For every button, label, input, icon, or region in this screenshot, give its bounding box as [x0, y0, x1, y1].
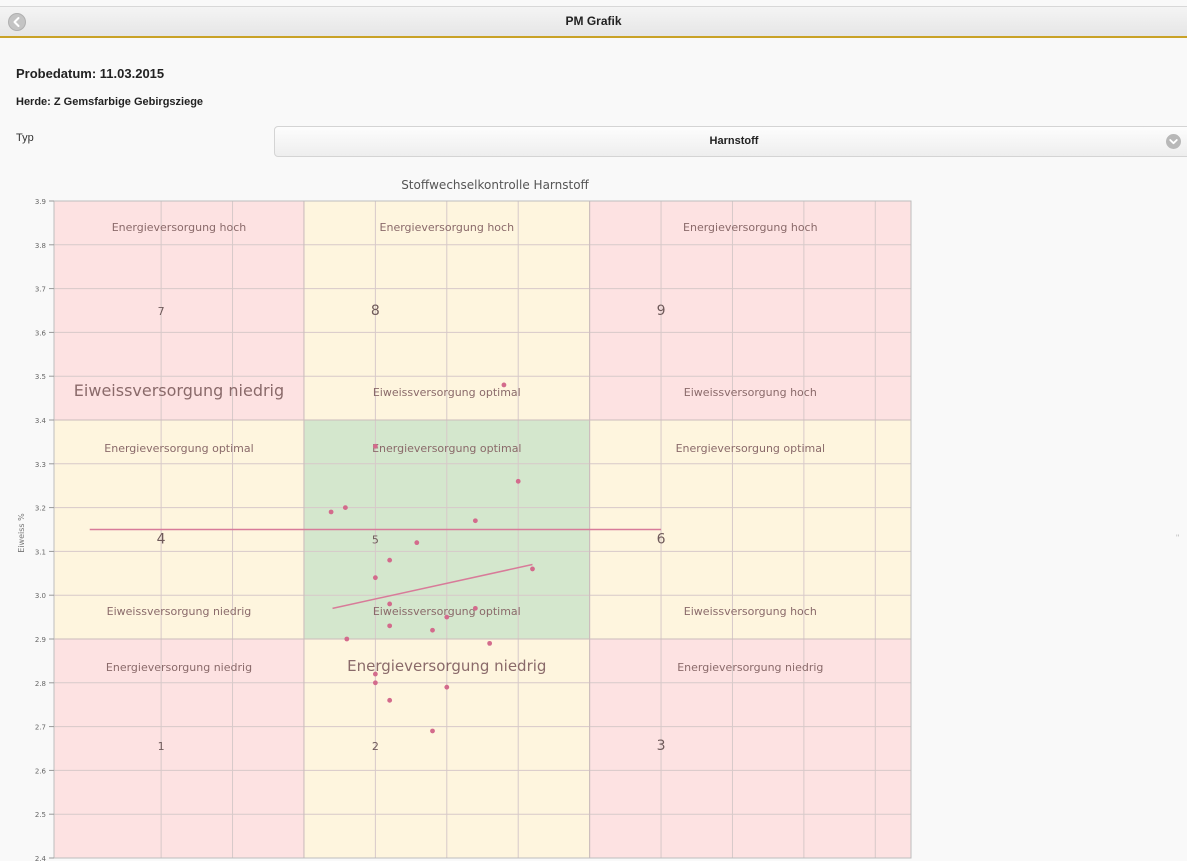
y-tick-label: 2.5 — [35, 811, 46, 819]
data-point — [414, 540, 420, 546]
zone-4-bottom-label: Eiweissversorgung niedrig — [107, 605, 252, 618]
zone-6-number: 6 — [657, 532, 666, 548]
data-point — [430, 627, 435, 633]
y-tick-label: 2.6 — [35, 767, 47, 775]
probedatum-text: Probedatum: 11.03.2015 — [16, 66, 165, 81]
zone-3-top-label: Energieversorgung niedrig — [677, 661, 823, 674]
y-tick-label: 3.2 — [35, 505, 46, 513]
data-point — [387, 623, 393, 629]
y-tick-label: 3.5 — [35, 373, 46, 381]
axis-layer: 2.4 2.5 2.6 2.7 2.8 2.9 3.0 3.1 3.2 3.3 3.4 3.5 3.6 3… — [35, 198, 54, 861]
data-point — [387, 557, 393, 563]
zone-6-bottom-label: Eiweissversorgung hoch — [684, 605, 817, 618]
y-tick-label: 2.7 — [35, 724, 46, 732]
zone-1-number: 1 — [158, 740, 165, 753]
data-point — [530, 566, 535, 572]
zone-8-bottom-label: Eiweissversorgung optimal — [373, 386, 521, 399]
herde-text: Herde: Z Gemsfarbige Gebirgsziege — [16, 96, 204, 108]
data-point — [515, 478, 521, 484]
y-tick-label: 3.0 — [35, 592, 46, 600]
data-point — [328, 509, 334, 515]
y-tick-label: 3.1 — [35, 548, 46, 556]
y-tick-label: 2.4 — [35, 855, 47, 861]
y-tick-label: 3.3 — [35, 461, 46, 469]
data-point — [501, 382, 507, 388]
zone-8-top-label: Energieversorgung hoch — [380, 221, 515, 234]
y-tick-label: 2.8 — [35, 680, 46, 688]
data-point — [444, 614, 450, 620]
data-point — [472, 605, 478, 611]
data-point — [444, 684, 450, 690]
y-tick-label: 3.8 — [35, 242, 46, 250]
typ-select[interactable]: Harnstoff — [274, 126, 1187, 157]
zone-1-top-label: Energieversorgung niedrig — [106, 661, 252, 674]
data-point — [342, 505, 348, 510]
zone-5-top-label: Energieversorgung optimal — [372, 442, 521, 455]
data-point — [344, 636, 350, 642]
zone-4-top-label: Energieversorgung optimal — [104, 442, 253, 455]
zone-9-number: 9 — [657, 303, 666, 319]
chevron-down-icon — [1166, 134, 1181, 149]
zone-7-bottom-label: Eiweissversorgung niedrig — [74, 381, 284, 400]
data-point — [387, 601, 393, 607]
chart-title: Stoffwechselkontrolle Harnstoff — [401, 178, 589, 192]
zone-4-number: 4 — [157, 532, 166, 548]
zone-9-bottom-label: Eiweissversorgung hoch — [684, 386, 817, 399]
data-point — [472, 518, 478, 524]
data-point — [430, 728, 435, 734]
data-point — [372, 680, 378, 686]
y-axis-label: Eiweiss % — [17, 513, 26, 553]
zone-5-number: 5 — [372, 534, 379, 547]
zone-8-number: 8 — [371, 303, 380, 319]
y-tick-label: 3.7 — [35, 286, 46, 294]
y-tick-label: 3.9 — [35, 198, 46, 206]
page-title: PM Grafik — [565, 14, 622, 28]
data-point — [372, 671, 378, 677]
data-point — [372, 575, 378, 581]
chart: Energieversorgung hoch 7 Eiweissversorgung… — [17, 178, 912, 861]
zone-2-top-label: Energieversorgung niedrig — [347, 657, 546, 675]
y-tick-label: 3.6 — [35, 329, 47, 337]
typ-label: Typ — [16, 132, 34, 144]
zone-3-number: 3 — [657, 738, 666, 754]
data-point — [372, 443, 378, 449]
header-bar: PM Grafik — [0, 6, 1187, 38]
zone-7-top-label: Energieversorgung hoch — [112, 221, 247, 234]
data-point — [487, 640, 493, 646]
zone-7-number: 7 — [158, 305, 165, 318]
edge-mark: " — [1176, 533, 1180, 543]
zone-9-top-label: Energieversorgung hoch — [683, 221, 818, 234]
data-point — [387, 697, 393, 703]
zone-6-top-label: Energieversorgung optimal — [676, 442, 825, 455]
zone-2-number: 2 — [372, 740, 379, 753]
y-tick-label: 2.9 — [35, 636, 46, 644]
typ-select-value: Harnstoff — [709, 135, 759, 147]
y-tick-label: 3.4 — [35, 417, 47, 425]
